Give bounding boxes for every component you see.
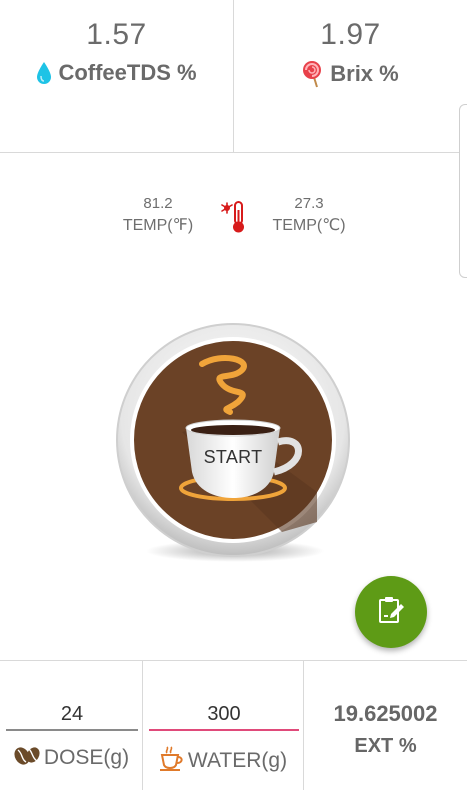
notes-fab-button[interactable] <box>355 576 427 648</box>
temp-fahrenheit-label: TEMP(℉) <box>122 217 194 234</box>
start-button[interactable] <box>112 322 354 562</box>
temp-celsius-label: TEMP(℃) <box>272 217 346 234</box>
dose-cell: DOSE(g) <box>0 661 143 790</box>
temp-fahrenheit-value: 81.2 <box>143 195 173 212</box>
temp-fahrenheit: 81.2 TEMP(℉) <box>100 193 216 237</box>
temp-celsius: 27.3 TEMP(℃) <box>251 193 367 237</box>
water-label: WATER(g) <box>187 749 288 772</box>
coffee-tds-label: CoffeeTDS % <box>58 60 197 85</box>
coffee-cup-start-icon <box>116 323 350 557</box>
start-label: START <box>203 447 263 467</box>
extraction-value: 19.625002 <box>333 701 438 726</box>
side-drawer-handle[interactable] <box>459 104 467 278</box>
dose-label-row: DOSE(g) <box>0 745 142 771</box>
water-cell: WATER(g) <box>143 661 304 790</box>
coffee-tds-metric: 1.57 CoffeeTDS % <box>0 0 234 152</box>
coffee-beans-icon <box>13 745 41 771</box>
coffee-tds-value: 1.57 <box>86 18 147 51</box>
top-metrics-panel: 1.57 CoffeeTDS % 1.97 Brix % <box>0 0 467 153</box>
coffee-tds-label-row: CoffeeTDS % <box>0 60 233 86</box>
dose-input[interactable] <box>6 699 138 731</box>
brix-label-row: Brix % <box>234 60 467 88</box>
brix-value: 1.97 <box>320 18 381 51</box>
water-label-row: WATER(g) <box>143 745 303 777</box>
coffee-cup-icon <box>159 745 185 777</box>
thermometer-icon <box>219 200 249 239</box>
brix-label: Brix % <box>330 61 399 86</box>
extraction-label: EXT % <box>354 735 417 757</box>
dose-label: DOSE(g) <box>43 746 130 769</box>
clipboard-edit-icon <box>375 594 407 631</box>
water-input[interactable] <box>149 699 299 731</box>
brix-metric: 1.97 Brix % <box>234 0 467 152</box>
lollipop-icon <box>302 60 324 88</box>
water-drop-icon <box>36 61 52 85</box>
extraction-cell: 19.625002 EXT % <box>304 661 467 790</box>
temp-celsius-value: 27.3 <box>294 195 324 212</box>
bottom-input-bar: DOSE(g) WATER(g) 19.625002 EXT % <box>0 660 467 790</box>
